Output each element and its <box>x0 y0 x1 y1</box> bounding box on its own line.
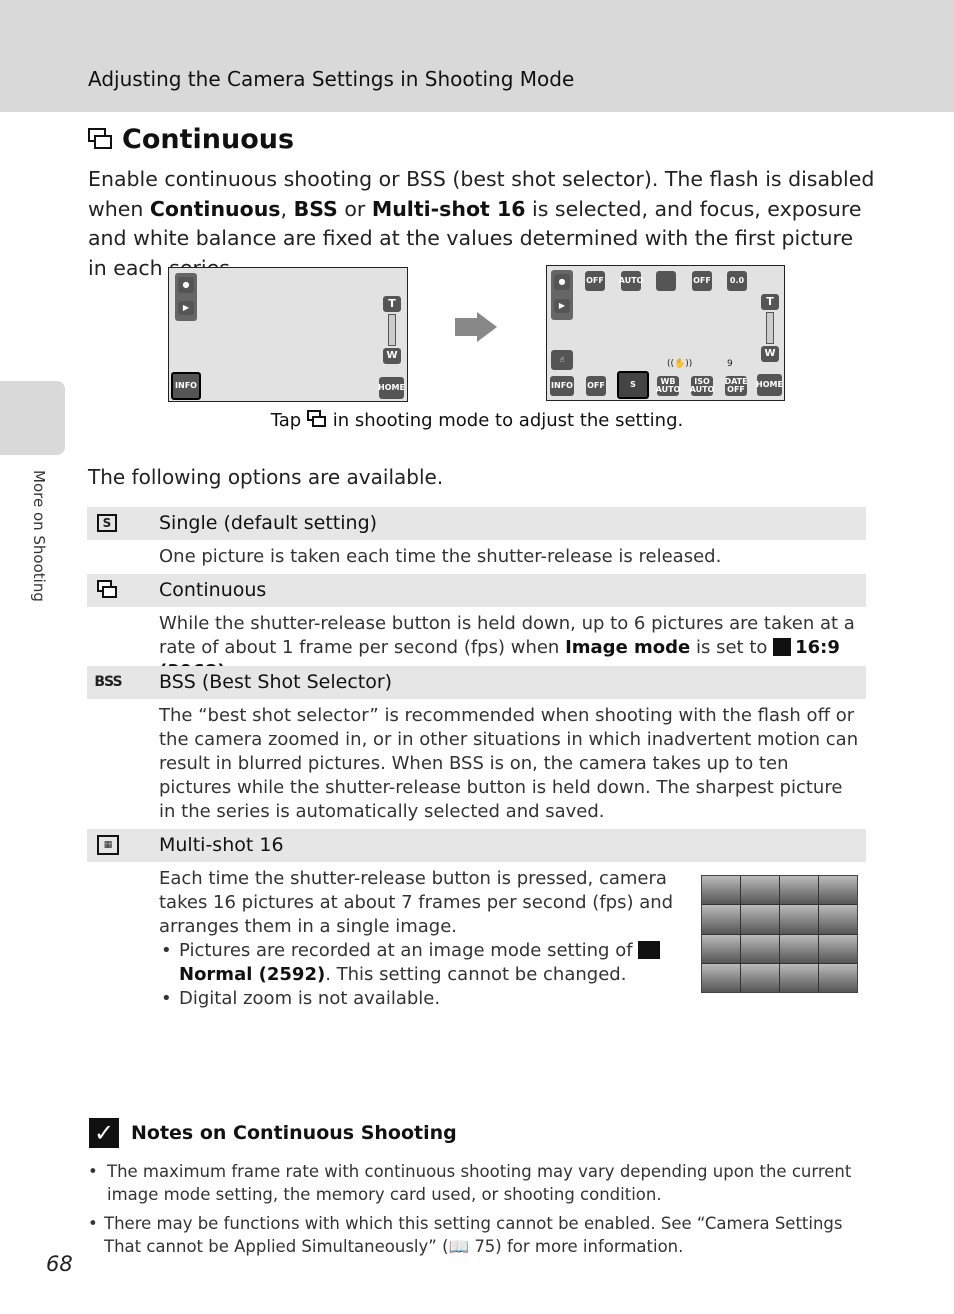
option-row-continuous: Continuous <box>87 574 866 607</box>
zoom-wide-icon: W <box>383 348 401 364</box>
option-label: Continuous <box>159 579 267 601</box>
page-title: Continuous <box>88 124 294 155</box>
header-band <box>0 0 954 112</box>
continuous-setting-button: S <box>617 371 649 399</box>
image-mode-normal-icon <box>638 941 661 959</box>
option-desc: One picture is taken each time the shutt… <box>159 546 722 567</box>
option-label: Multi-shot 16 <box>159 834 284 856</box>
touch-shooting-icon: ☝ <box>551 350 573 370</box>
bullet: Digital zoom is not available. <box>159 987 679 1011</box>
options-intro: The following options are available. <box>88 465 444 489</box>
option-row-multishot: ▦ Multi-shot 16 <box>87 829 866 862</box>
camera-screen-before: ● ▶ T W INFO HOME <box>168 267 408 402</box>
playback-icon: ▶ <box>178 301 194 315</box>
home-button: HOME <box>756 374 783 396</box>
smile-icon: OFF <box>692 271 712 291</box>
exposure-icon: 0.0 <box>727 271 747 291</box>
flash-icon: AUTO <box>619 271 643 291</box>
page-number: 68 <box>46 1252 73 1276</box>
book-reference-icon: 📖 <box>448 1237 470 1256</box>
option-label: Single (default setting) <box>159 512 378 534</box>
multishot-sample-image <box>701 875 858 993</box>
af-assist-icon: OFF <box>586 376 606 396</box>
option-row-single: S Single (default setting) <box>87 507 866 540</box>
zoom-tele-icon: T <box>383 296 401 312</box>
note-item: There may be functions with which this s… <box>88 1212 868 1258</box>
frames-remaining: 9 <box>727 359 733 369</box>
title-text: Continuous <box>122 124 295 155</box>
vr-icon: ((✋)) <box>667 359 693 369</box>
arrow-right-icon <box>455 318 477 336</box>
date-icon: DATE OFF <box>724 376 748 396</box>
camera-icon: ● <box>554 274 570 290</box>
notes-heading: ✓ Notes on Continuous Shooting <box>89 1118 457 1148</box>
option-label: BSS (Best Shot Selector) <box>159 671 393 693</box>
zoom-wide-icon: W <box>761 346 779 362</box>
continuous-icon <box>88 127 114 152</box>
zoom-bar <box>766 312 774 344</box>
bullet: Pictures are recorded at an image mode s… <box>159 939 679 987</box>
section-title: Adjusting the Camera Settings in Shootin… <box>88 67 575 91</box>
macro-icon <box>656 271 676 291</box>
option-desc: The “best shot selector” is recommended … <box>159 705 859 822</box>
bss-icon: BSS <box>94 674 122 690</box>
self-timer-icon: OFF <box>585 271 605 291</box>
iso-icon: ISO AUTO <box>689 376 715 396</box>
note-item: The maximum frame rate with continuous s… <box>88 1160 868 1206</box>
option-row-bss: BSS BSS (Best Shot Selector) <box>87 666 866 699</box>
white-balance-icon: WB AUTO <box>655 376 681 396</box>
camera-icon: ● <box>178 277 194 293</box>
arrow-head <box>477 312 497 342</box>
continuous-icon <box>97 580 119 600</box>
continuous-icon <box>306 410 327 428</box>
info-button: INFO <box>550 376 574 396</box>
info-button: INFO <box>171 372 201 400</box>
option-desc: Each time the shutter-release button is … <box>159 867 679 1011</box>
figure-caption: Tap in shooting mode to adjust the setti… <box>270 410 684 431</box>
playback-icon: ▶ <box>554 299 570 313</box>
multishot-icon: ▦ <box>97 835 119 855</box>
image-mode-16-9-icon <box>773 638 792 656</box>
single-icon: S <box>97 514 117 532</box>
camera-screen-after: ● ▶ OFF AUTO OFF 0.0 T W ☝ ((✋)) 9 INFO … <box>546 265 785 401</box>
zoom-bar <box>388 314 396 346</box>
home-button: HOME <box>378 377 405 399</box>
checkmark-icon: ✓ <box>89 1118 119 1148</box>
zoom-tele-icon: T <box>761 294 779 310</box>
side-tab-label: More on Shooting <box>30 470 48 602</box>
